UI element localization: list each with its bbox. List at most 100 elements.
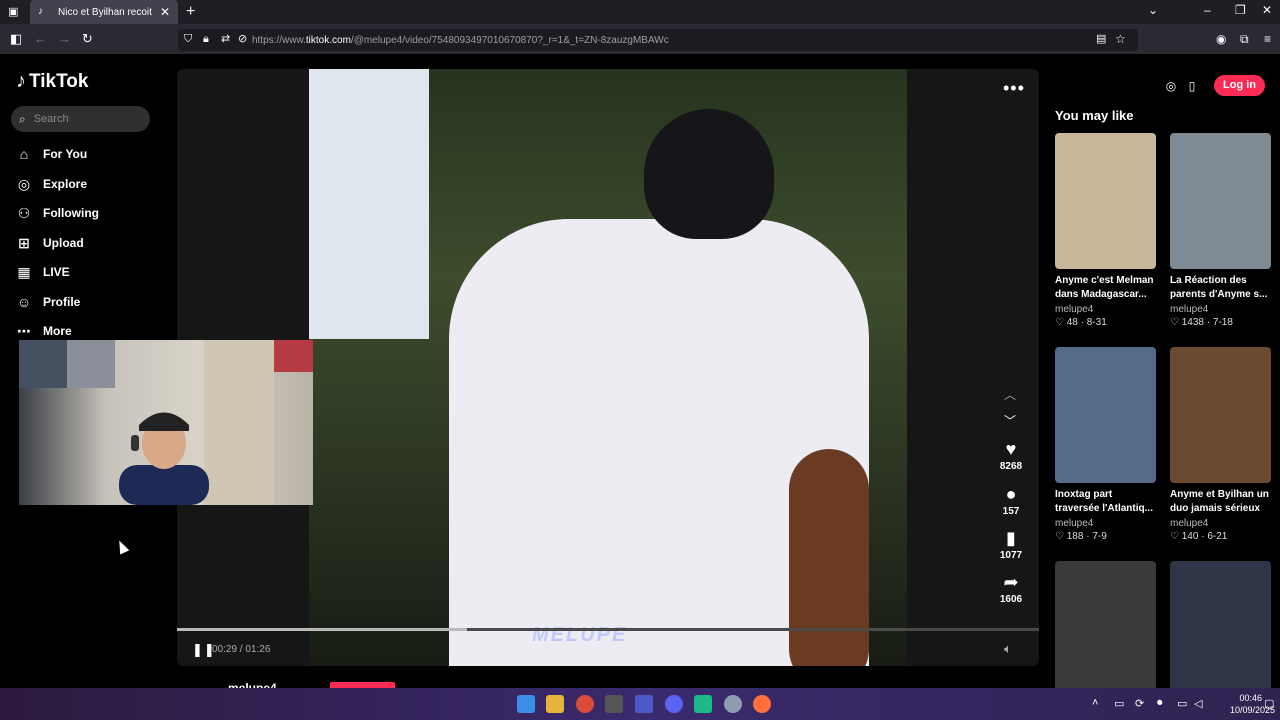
recommended-video-card[interactable] — [1170, 561, 1271, 697]
explore-icon[interactable]: ◎ — [1162, 77, 1180, 95]
recommended-video-author[interactable]: melupe4 — [1170, 518, 1271, 529]
share-button[interactable]: ➦ 1606 — [991, 572, 1031, 605]
app-icon[interactable] — [694, 695, 712, 713]
close-tab-icon[interactable]: ✕ — [160, 5, 170, 19]
recommended-video-thumbnail[interactable] — [1170, 561, 1271, 697]
url-bar[interactable]: https://www. tiktok.com/@melupe4/video/75… — [178, 29, 1138, 51]
firefox-icon[interactable] — [753, 695, 771, 713]
list-all-tabs-icon[interactable]: ⌄ — [1148, 3, 1158, 17]
reload-icon[interactable]: ↻ — [82, 31, 93, 47]
recommended-video-caption[interactable]: Anyme c'est Melman dans Madagascar... — [1055, 274, 1156, 302]
video-ball — [789, 449, 869, 666]
recommended-video-card[interactable]: Anyme et Byilhan un duo jamais sérieux .… — [1170, 347, 1271, 542]
nav-for-you[interactable]: ⌂ For You — [16, 146, 87, 162]
recommended-video-card[interactable] — [1055, 561, 1156, 697]
network-icon[interactable]: ▭ — [1177, 697, 1187, 710]
video-person-head — [644, 109, 774, 239]
browser-tab[interactable]: ♪ Nico et Byilhan recoit un c ✕ — [30, 0, 178, 24]
reader-view-icon[interactable]: ▤ — [1096, 31, 1106, 47]
terminal-icon[interactable] — [605, 695, 623, 713]
save-count: 1077 — [999, 550, 1023, 561]
recommended-video-thumbnail[interactable] — [1055, 133, 1156, 269]
lock-icon[interactable]: 🔒︎ — [203, 31, 209, 47]
maximize-icon[interactable]: ❐ — [1235, 3, 1246, 17]
tray-sync-icon[interactable]: ⟳ — [1135, 697, 1144, 710]
permissions-icon[interactable]: ⇄ — [221, 31, 230, 47]
volume-icon[interactable]: 🔈︎ — [1004, 641, 1012, 657]
close-window-icon[interactable]: ✕ — [1262, 3, 1272, 17]
recommended-video-thumbnail[interactable] — [1055, 347, 1156, 483]
plus-square-icon: ⊞ — [18, 234, 30, 251]
save-button[interactable]: ▮ 1077 — [991, 528, 1031, 561]
video-progress-bar[interactable] — [177, 628, 1039, 631]
forward-icon[interactable]: → — [58, 31, 71, 47]
teams-icon[interactable] — [635, 695, 653, 713]
tiktok-logo[interactable]: ♪ TikTok — [16, 70, 88, 93]
nav-live-label: LIVE — [43, 265, 70, 279]
url-path: /@melupe4/video/7548093497010670870?_r=1… — [350, 34, 669, 46]
compass-icon: ◎ — [17, 175, 31, 192]
taskbar-time: 00:46 — [1239, 693, 1262, 703]
sidebar-toggle-icon[interactable]: ◧ — [10, 31, 22, 47]
discord-icon[interactable] — [665, 695, 683, 713]
settings-gear-icon[interactable] — [724, 695, 742, 713]
bookmark-star-icon[interactable]: ☆ — [1115, 31, 1126, 47]
video-player[interactable] — [309, 69, 907, 666]
separator-dot: · — [1198, 531, 1208, 542]
nav-following[interactable]: ⚇ Following — [16, 205, 99, 221]
recommended-video-caption[interactable]: Inoxtag part traversée l'Atlantiq... — [1055, 488, 1156, 516]
next-video-icon[interactable]: ﹀ — [1004, 412, 1016, 429]
comment-button[interactable]: ● 157 — [991, 484, 1031, 517]
shield-icon[interactable]: ⛉ — [184, 31, 192, 47]
windows-start-icon[interactable] — [517, 695, 535, 713]
new-tab-icon[interactable]: + — [186, 3, 195, 21]
recommended-video-author[interactable]: melupe4 — [1055, 518, 1156, 529]
recommended-video-caption[interactable]: Anyme et Byilhan un duo jamais sérieux .… — [1170, 488, 1271, 516]
search-input[interactable]: ⌕ Search — [11, 106, 150, 132]
nav-more[interactable]: ⋯ More — [16, 323, 72, 339]
like-button[interactable]: ♥ 8268 — [991, 439, 1031, 472]
minimize-icon[interactable]: – — [1204, 3, 1211, 17]
speaker-icon[interactable]: ◁ — [1194, 697, 1202, 710]
nav-live[interactable]: ▦ LIVE — [16, 264, 70, 280]
recommended-video-thumbnail[interactable] — [1170, 347, 1271, 483]
recommended-video-card[interactable]: La Réaction des parents d'Anyme s... melu… — [1170, 133, 1271, 328]
microphone-icon[interactable]: ⏺ — [1157, 697, 1163, 710]
recommended-video-author[interactable]: melupe4 — [1170, 304, 1271, 315]
previous-video-icon[interactable]: ︿ — [1004, 386, 1016, 403]
nav-explore[interactable]: ◎ Explore — [16, 176, 87, 192]
get-app-icon[interactable]: ▯ — [1184, 77, 1200, 95]
nav-more-label: More — [43, 324, 72, 338]
tab-list-icon[interactable]: ▣ — [8, 5, 18, 18]
nav-for-you-label: For You — [43, 147, 88, 161]
recommended-video-thumbnail[interactable] — [1055, 561, 1156, 697]
recommended-video-caption[interactable]: La Réaction des parents d'Anyme s... — [1170, 274, 1271, 302]
recommended-video-likes: 1438 — [1181, 317, 1204, 328]
recommended-video-author[interactable]: melupe4 — [1055, 304, 1156, 315]
notifications-icon[interactable]: ▢ — [1264, 697, 1274, 710]
extensions-icon[interactable]: ⧉ — [1240, 31, 1249, 47]
recommended-video-thumbnail[interactable] — [1170, 133, 1271, 269]
comment-count: 157 — [1002, 506, 1020, 517]
nav-upload[interactable]: ⊞ Upload — [16, 235, 84, 251]
recommended-video-card[interactable]: Anyme c'est Melman dans Madagascar... mel… — [1055, 133, 1156, 328]
user-plus-icon: ⚇ — [17, 204, 31, 221]
file-explorer-icon[interactable] — [546, 695, 564, 713]
tray-overflow-icon[interactable]: ˄ — [1092, 697, 1098, 709]
recommended-video-card[interactable]: Inoxtag part traversée l'Atlantiq... melu… — [1055, 347, 1156, 542]
account-icon[interactable]: ◉ — [1216, 31, 1226, 47]
video-sky — [309, 69, 429, 339]
more-icon: ⋯ — [17, 322, 31, 339]
back-icon[interactable]: ← — [34, 31, 47, 47]
comment-icon: ● — [1005, 484, 1017, 504]
menu-icon[interactable]: ≡ — [1264, 31, 1271, 47]
more-options-icon[interactable]: ••• — [1003, 78, 1025, 99]
login-button[interactable]: Log in — [1214, 75, 1265, 96]
tracking-icon[interactable]: ⊘ — [238, 31, 247, 47]
tray-app-icon[interactable]: ▭ — [1114, 697, 1124, 710]
taskbar-clock[interactable]: 00:46 10/09/2025 — [1230, 692, 1275, 716]
heart-outline-icon: ♡ — [1055, 531, 1067, 542]
nav-profile[interactable]: ☺ Profile — [16, 294, 81, 310]
chrome-icon[interactable] — [576, 695, 594, 713]
recommended-video-date: 8-31 — [1086, 317, 1107, 328]
